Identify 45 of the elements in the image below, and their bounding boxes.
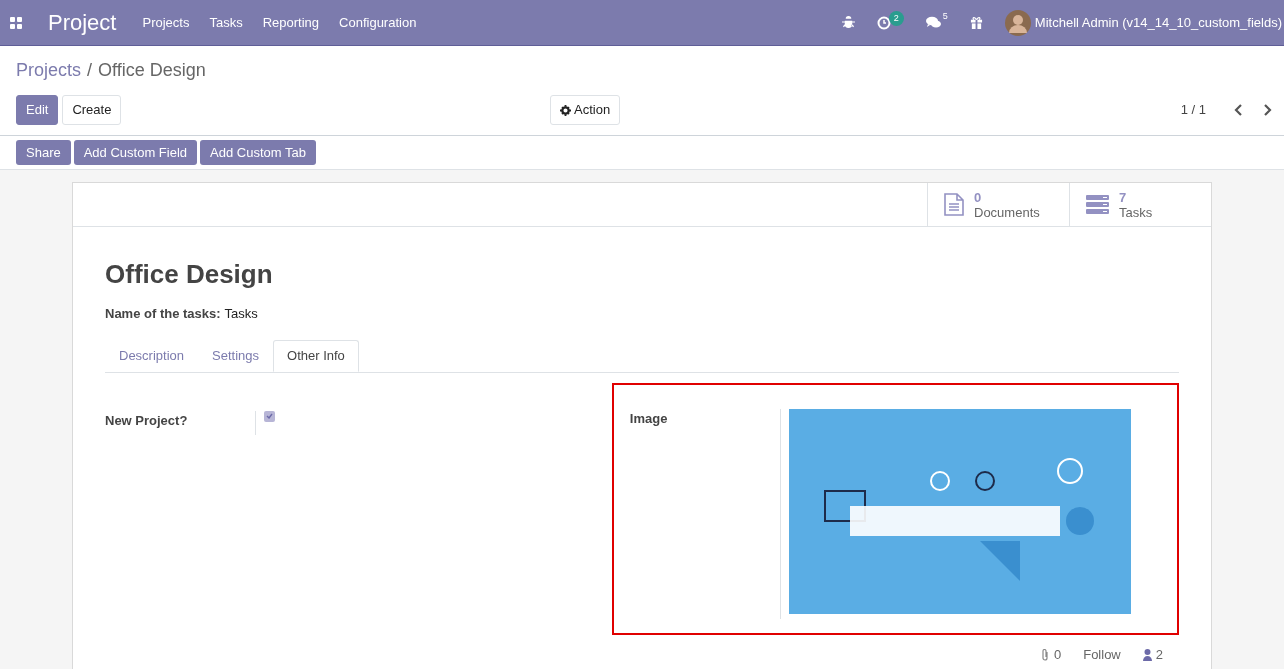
clock-icon[interactable] xyxy=(876,15,891,30)
bug-icon[interactable] xyxy=(841,16,855,29)
menu-item[interactable]: Configuration xyxy=(339,12,417,33)
smart-button[interactable]: 0 Documents xyxy=(927,183,1069,226)
menu-item[interactable]: Tasks xyxy=(209,12,243,33)
breadcrumb-link[interactable]: Projects xyxy=(16,57,82,84)
field-label: Image xyxy=(629,409,669,428)
user-menu[interactable]: Mitchell Admin (v14_14_10_custom_fields) xyxy=(1034,12,1282,33)
smart-button[interactable]: 7 Tasks xyxy=(1069,183,1211,226)
list-icon xyxy=(1086,195,1109,214)
gift-icon[interactable] xyxy=(969,16,983,29)
button[interactable]: Add Custom Field xyxy=(73,140,198,165)
menu-item[interactable]: Reporting xyxy=(262,12,320,33)
tab[interactable]: Other Info xyxy=(273,339,359,372)
next-icon[interactable] xyxy=(1263,104,1272,116)
message-count: 5 xyxy=(942,10,948,23)
document-icon xyxy=(944,193,964,216)
previous-icon[interactable] xyxy=(1234,104,1243,116)
tab[interactable]: Settings xyxy=(198,339,273,372)
action-button[interactable]: Action xyxy=(550,95,621,125)
person-icon[interactable] xyxy=(1142,648,1152,661)
paperclip-icon[interactable] xyxy=(1040,648,1050,661)
button[interactable]: Add Custom Tab xyxy=(200,140,316,165)
menu-item[interactable]: Projects xyxy=(142,12,190,33)
button[interactable]: Share xyxy=(16,140,71,165)
attachment-count[interactable]: 0 xyxy=(1053,645,1062,665)
follower-count[interactable]: 2 xyxy=(1155,645,1163,665)
chat-icon[interactable] xyxy=(925,16,942,29)
field-label: New Project? xyxy=(105,411,189,430)
tab[interactable]: Description xyxy=(105,339,199,372)
apps-menu-icon[interactable] xyxy=(10,16,22,29)
checkbox[interactable] xyxy=(264,410,275,422)
breadcrumb-separator: / xyxy=(87,59,93,82)
field-label: Name of the tasks: xyxy=(105,305,221,323)
follow-link[interactable]: Follow xyxy=(1083,645,1121,665)
avatar-icon[interactable] xyxy=(1004,9,1031,36)
field-value: Tasks xyxy=(224,305,258,323)
button[interactable]: Edit xyxy=(16,95,59,125)
pager-value: 1 / 1 xyxy=(1180,101,1206,120)
app-title[interactable]: Project xyxy=(48,6,117,39)
record-title: Office Design xyxy=(105,258,274,291)
button[interactable]: Create xyxy=(62,95,122,125)
activity-badge: 2 xyxy=(888,10,904,26)
gear-icon xyxy=(560,104,571,116)
breadcrumb-current: Office Design xyxy=(98,59,206,82)
